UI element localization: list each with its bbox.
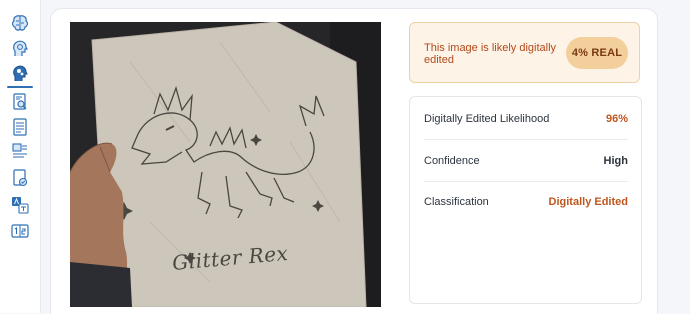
- document-check-icon: [13, 169, 28, 187]
- detail-value: High: [603, 155, 628, 167]
- sidebar-item-document-search[interactable]: [9, 91, 31, 113]
- detail-label: Classification: [424, 196, 489, 208]
- detail-label: Confidence: [424, 155, 480, 167]
- sidebar-item-image-text[interactable]: [9, 141, 31, 163]
- details-panel: Digitally Edited Likelihood 96% Confiden…: [409, 96, 642, 304]
- sidebar-item-one-two[interactable]: [9, 220, 31, 242]
- sidebar-item-document-list[interactable]: [9, 116, 31, 138]
- sidebar-item-head-gears[interactable]: [7, 62, 33, 88]
- image-text-icon: [12, 143, 27, 158]
- sidebar-item-document-check[interactable]: [9, 167, 31, 189]
- detail-value: Digitally Edited: [548, 196, 628, 208]
- detail-row-classification: Classification Digitally Edited: [424, 182, 628, 222]
- translate-icon: [12, 197, 29, 214]
- one-two-icon: [11, 224, 29, 238]
- verdict-text: This image is likely digitally edited: [424, 42, 557, 66]
- sidebar-item-head-profile[interactable]: [9, 37, 31, 59]
- detail-row-confidence: Confidence High: [424, 141, 628, 181]
- brain-icon: [12, 15, 28, 31]
- head-gears-icon: [13, 65, 28, 81]
- detail-label: Digitally Edited Likelihood: [424, 113, 550, 125]
- head-profile-icon: [13, 40, 28, 56]
- detail-row-edited-likelihood: Digitally Edited Likelihood 96%: [424, 99, 628, 139]
- document-search-icon: [13, 93, 27, 110]
- real-score-badge: 4% REAL: [566, 37, 628, 69]
- sidebar-item-brain[interactable]: [9, 12, 31, 34]
- sidebar: [0, 0, 41, 313]
- detail-value: 96%: [605, 113, 628, 125]
- analyzed-image: Glitter Rex: [70, 22, 381, 307]
- sidebar-item-translate[interactable]: [9, 194, 31, 216]
- document-list-icon: [13, 118, 27, 136]
- divider: [424, 139, 628, 140]
- verdict-banner: This image is likely digitally edited 4%…: [409, 22, 640, 83]
